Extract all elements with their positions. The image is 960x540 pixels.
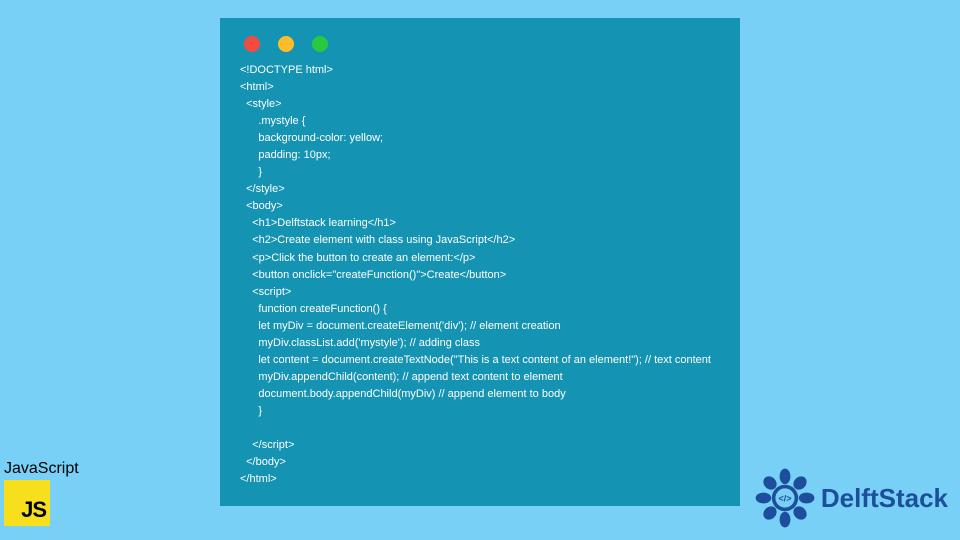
- delftstack-badge: </> DelftStack: [755, 468, 948, 528]
- code-window: <!DOCTYPE html> <html> <style> .mystyle …: [220, 18, 740, 506]
- window-close-dot: [244, 36, 260, 52]
- delftstack-logo-icon: </>: [755, 468, 815, 528]
- delftstack-text: DelftStack: [821, 483, 948, 514]
- code-block: <!DOCTYPE html> <html> <style> .mystyle …: [240, 62, 720, 488]
- window-maximize-dot: [312, 36, 328, 52]
- delftstack-code-glyph: </>: [778, 494, 791, 504]
- javascript-logo-icon: JS: [4, 480, 50, 526]
- javascript-label: JavaScript: [4, 460, 79, 478]
- javascript-logo-text: JS: [21, 497, 46, 523]
- window-traffic-lights: [240, 30, 720, 62]
- window-minimize-dot: [278, 36, 294, 52]
- javascript-badge: JavaScript JS: [4, 460, 79, 526]
